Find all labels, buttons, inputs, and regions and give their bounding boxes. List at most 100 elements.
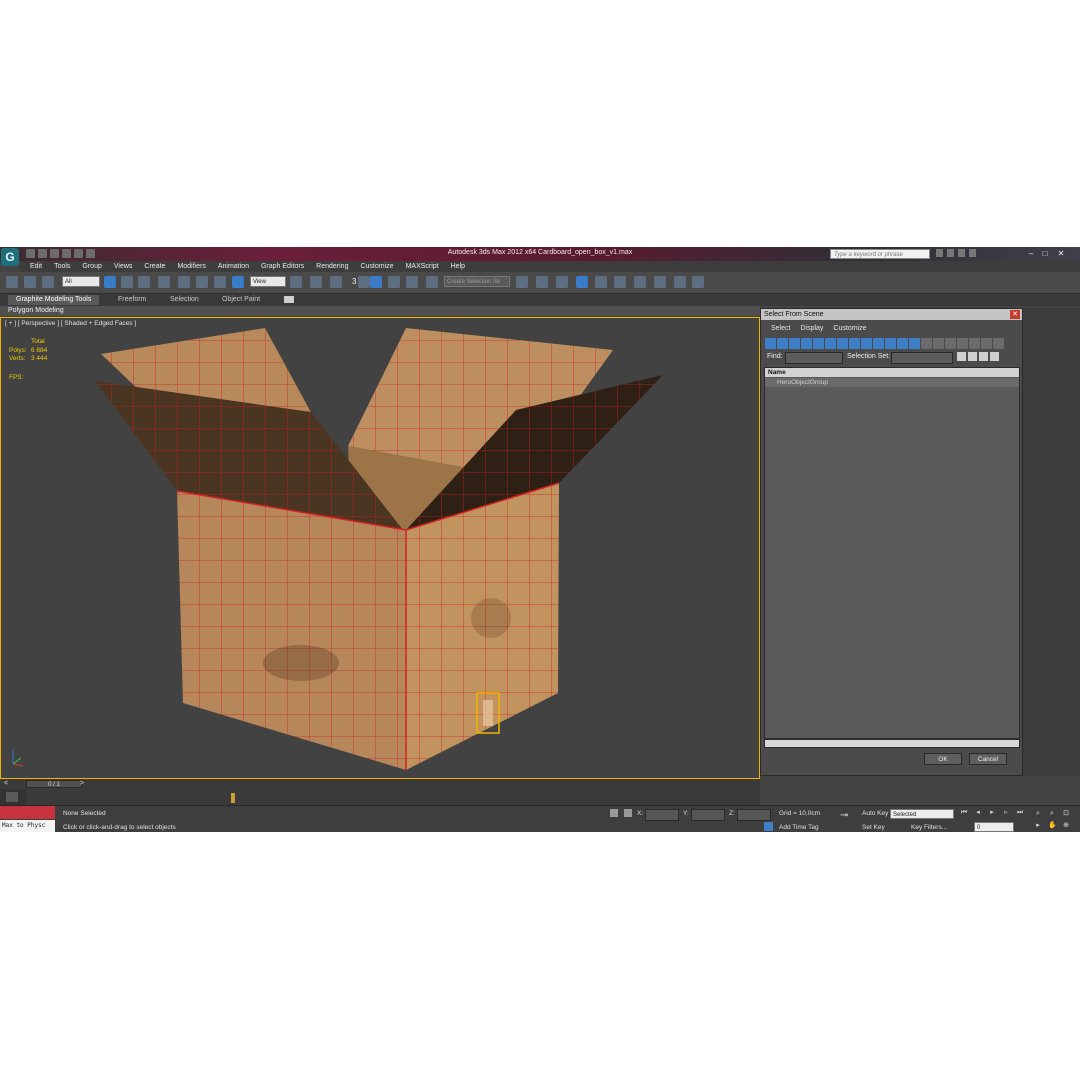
graphite-toggle-icon[interactable]	[576, 276, 588, 288]
x-coordinate-input[interactable]	[645, 809, 679, 821]
track-bar[interactable]	[0, 789, 848, 805]
new-file-icon[interactable]	[26, 249, 35, 258]
filter-frozen-icon[interactable]	[885, 338, 896, 349]
filter-shapes-icon[interactable]	[777, 338, 788, 349]
tab-graphite-modeling-tools[interactable]: Graphite Modeling Tools	[8, 295, 100, 305]
mini-curve-editor-icon[interactable]	[6, 792, 18, 802]
filter-options-icon[interactable]	[993, 338, 1004, 349]
key-mode-dropdown[interactable]: Selected	[890, 809, 954, 819]
menu-group[interactable]: Group	[82, 261, 101, 272]
comm-center-icon[interactable]	[947, 249, 954, 257]
filter-groups-icon[interactable]	[837, 338, 848, 349]
select-and-link-icon[interactable]	[6, 276, 18, 288]
y-coordinate-input[interactable]	[691, 809, 725, 821]
add-time-tag-button[interactable]: Add Time Tag	[779, 824, 819, 831]
list-item[interactable]: HeroObjectGroup	[765, 378, 1019, 387]
auto-key-button[interactable]: Auto Key	[862, 810, 888, 817]
go-to-start-icon[interactable]: ⏮	[960, 809, 968, 817]
menu-modifiers[interactable]: Modifiers	[177, 261, 205, 272]
tab-selection[interactable]: Selection	[162, 295, 207, 305]
absolute-mode-icon[interactable]	[624, 809, 632, 817]
filter-containers-icon[interactable]	[873, 338, 884, 349]
pivot-center-icon[interactable]	[290, 276, 302, 288]
filter-spacewarps-icon[interactable]	[825, 338, 836, 349]
cardboard-box-model[interactable]	[1, 318, 759, 778]
menu-animation[interactable]: Animation	[218, 261, 249, 272]
time-slider-handle[interactable]: 0 / 1	[26, 780, 82, 788]
dialog-menu-select[interactable]: Select	[771, 323, 790, 334]
dialog-title[interactable]: Select From Scene	[761, 309, 1022, 320]
region-select-icon[interactable]	[138, 276, 150, 288]
maximize-button[interactable]: □	[1038, 248, 1052, 259]
next-frame-icon[interactable]: ▹	[1002, 809, 1010, 817]
lock-selection-icon[interactable]	[610, 809, 618, 817]
select-move-icon[interactable]	[178, 276, 190, 288]
menu-edit[interactable]: Edit	[30, 261, 42, 272]
zoom-icon[interactable]: ⌕	[1034, 810, 1042, 818]
unlink-icon[interactable]	[24, 276, 36, 288]
current-frame-input[interactable]: 0	[974, 822, 1014, 832]
reference-coord-icon[interactable]	[232, 276, 244, 288]
render-setup-icon[interactable]	[654, 276, 666, 288]
undo-icon[interactable]	[62, 249, 71, 258]
perspective-viewport[interactable]: [ + ] [ Perspective ] [ Shaded + Edged F…	[0, 317, 760, 779]
time-prev-button[interactable]: <	[4, 780, 8, 787]
selection-set-dropdown[interactable]	[891, 352, 953, 364]
select-scale-icon[interactable]	[214, 276, 226, 288]
filter-hidden-icon[interactable]	[897, 338, 908, 349]
find-input[interactable]	[785, 352, 843, 364]
maxscript-listener-mini[interactable]	[0, 806, 55, 819]
spinner-snap-icon[interactable]	[406, 276, 418, 288]
go-to-end-icon[interactable]: ⏭	[1016, 809, 1024, 817]
set-key-button[interactable]: Set Key	[862, 824, 885, 831]
filter-geometry-icon[interactable]	[765, 338, 776, 349]
menu-maxscript[interactable]: MAXScript	[406, 261, 439, 272]
tab-freeform[interactable]: Freeform	[110, 295, 154, 305]
edit-set-icon[interactable]	[968, 352, 977, 361]
align-icon[interactable]	[536, 276, 548, 288]
filter-funnel-icon[interactable]	[981, 338, 992, 349]
schematic-view-icon[interactable]	[614, 276, 626, 288]
time-tag-icon[interactable]	[764, 822, 773, 831]
track-bar-area[interactable]	[26, 789, 848, 805]
filter-all-icon[interactable]	[909, 338, 920, 349]
dialog-close-button[interactable]: ✕	[1010, 310, 1020, 319]
select-by-name-icon[interactable]	[121, 276, 133, 288]
menu-graph-editors[interactable]: Graph Editors	[261, 261, 304, 272]
filter-bones-icon[interactable]	[861, 338, 872, 349]
ok-button[interactable]: OK	[924, 753, 962, 765]
snaps-toggle-icon[interactable]	[358, 276, 370, 288]
keyboard-shortcut-icon[interactable]	[330, 276, 342, 288]
rendered-frame-icon[interactable]	[674, 276, 686, 288]
bind-space-warp-icon[interactable]	[42, 276, 54, 288]
filter-xrefs-icon[interactable]	[849, 338, 860, 349]
time-slider[interactable]: < 0 / 1 >	[0, 779, 760, 789]
snap-toggle-label[interactable]: 3	[352, 277, 356, 286]
menu-help[interactable]: Help	[451, 261, 465, 272]
play-icon[interactable]: ▸	[988, 809, 996, 817]
zoom-extents-icon[interactable]: ⊡	[1062, 810, 1070, 818]
edit-named-selection-icon[interactable]	[426, 276, 438, 288]
menu-tools[interactable]: Tools	[54, 261, 70, 272]
select-none-icon[interactable]	[957, 338, 968, 349]
create-set-icon[interactable]	[957, 352, 966, 361]
named-selection-dropdown[interactable]: Create Selection Se	[444, 276, 510, 287]
render-production-icon[interactable]	[692, 276, 704, 288]
filter-cameras-icon[interactable]	[801, 338, 812, 349]
select-object-icon[interactable]	[104, 276, 116, 288]
favorites-star-icon[interactable]	[958, 249, 965, 257]
z-coordinate-input[interactable]	[737, 809, 771, 821]
filter-helpers-icon[interactable]	[813, 338, 824, 349]
window-crossing-icon[interactable]	[158, 276, 170, 288]
keyword-search-input[interactable]: Type a keyword or phrase	[830, 249, 930, 259]
material-editor-icon[interactable]	[634, 276, 646, 288]
select-manipulate-icon[interactable]	[310, 276, 322, 288]
percent-snap-icon[interactable]	[388, 276, 400, 288]
previous-frame-icon[interactable]: ◂	[974, 809, 982, 817]
mirror-icon[interactable]	[516, 276, 528, 288]
column-header-name[interactable]: Name	[765, 368, 1019, 377]
close-window-button[interactable]: ✕	[1054, 248, 1068, 259]
menu-views[interactable]: Views	[114, 261, 133, 272]
redo-icon[interactable]	[74, 249, 83, 258]
collapse-icon[interactable]	[990, 352, 999, 361]
